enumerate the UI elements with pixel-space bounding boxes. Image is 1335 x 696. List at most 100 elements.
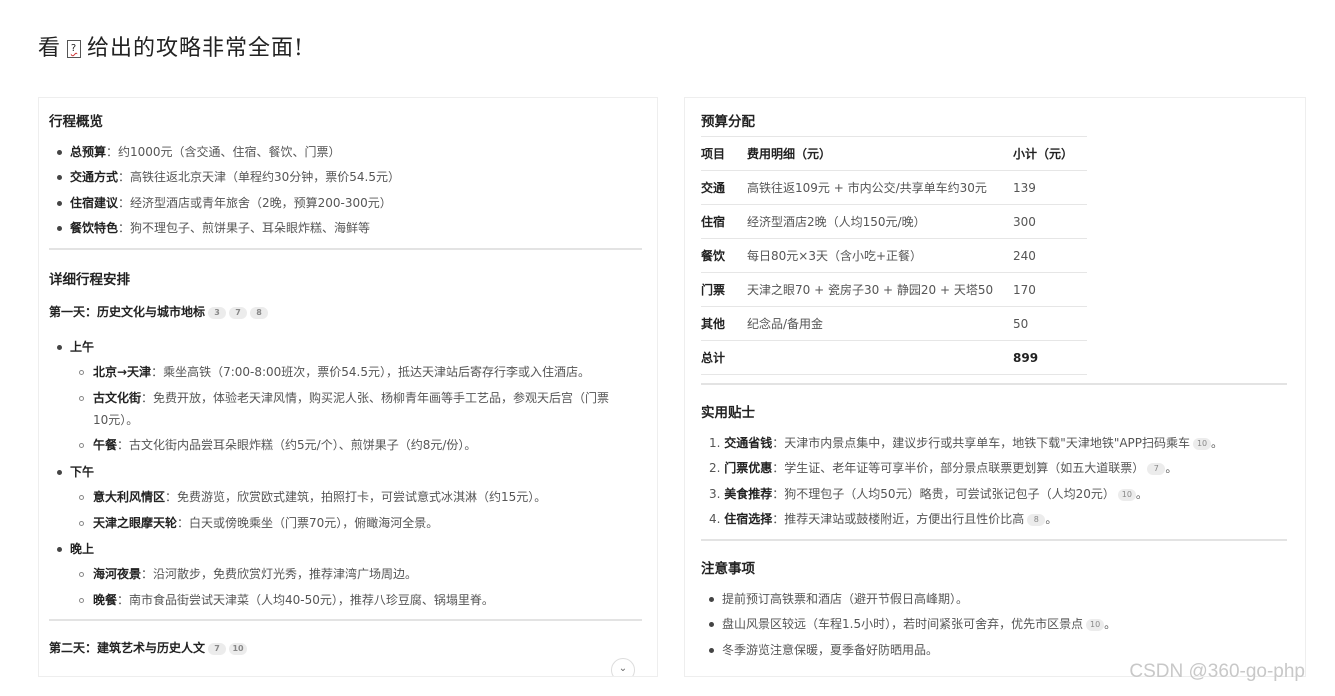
sub-list-item: 晚餐：南市食品街尝试天津菜（人均40-50元），推荐八珍豆腐、锅塌里脊。 bbox=[79, 591, 494, 608]
morning-heading: 上午 bbox=[57, 338, 94, 355]
item-text: ：乘坐高铁（7:00-8:00班次，票价54.5元），抵达天津站后寄存行李或入住… bbox=[151, 365, 591, 379]
bullet-icon bbox=[57, 547, 62, 552]
day1-title-text: 第一天：历史文化与城市地标 bbox=[49, 305, 206, 319]
tip-text: ：推荐天津站或鼓楼附近，方便出行且性价比高 bbox=[772, 512, 1025, 526]
table-row: 交通 高铁往返109元 + 市内公交/共享单车约30元 139 bbox=[701, 170, 1087, 205]
table-cell: 899 bbox=[1013, 340, 1087, 375]
item-text: ：南市食品街尝试天津菜（人均40-50元），推荐八珍豆腐、锅塌里脊。 bbox=[117, 593, 494, 607]
circle-bullet-icon bbox=[79, 443, 84, 448]
bullet-icon bbox=[709, 597, 714, 602]
evening-heading: 晚上 bbox=[57, 540, 94, 557]
table-cell: 纪念品/备用金 bbox=[747, 306, 1013, 341]
tip-end: 。 bbox=[1045, 512, 1058, 526]
table-cell: 170 bbox=[1013, 272, 1087, 307]
sub-list-item: 午餐：古文化街内品尝耳朵眼炸糕（约5元/个）、煎饼果子（约8元/份）。 bbox=[79, 436, 476, 453]
list-item: 冬季游览注意保暖，夏季备好防晒用品。 bbox=[709, 641, 938, 658]
table-row: 其他 纪念品/备用金 50 bbox=[701, 306, 1087, 341]
divider bbox=[49, 619, 642, 621]
tip-item: 3. 美食推荐：狗不理包子（人均50元）略贵，可尝试张记包子（人均20元） 10。 bbox=[709, 485, 1148, 502]
divider bbox=[701, 539, 1287, 541]
period-label: 晚上 bbox=[70, 542, 95, 556]
note-text: 提前预订高铁票和酒店（避开节假日高峰期）。 bbox=[722, 592, 969, 606]
item-label: 北京→天津 bbox=[93, 365, 152, 379]
tip-number: 2. bbox=[709, 461, 721, 475]
list-item: 总预算：约1000元（含交通、住宿、餐饮、门票） bbox=[57, 143, 341, 160]
circle-bullet-icon bbox=[79, 521, 84, 526]
detail-title: 详细行程安排 bbox=[49, 272, 130, 288]
budget-title: 预算分配 bbox=[701, 114, 755, 130]
bullet-icon bbox=[57, 226, 62, 231]
budget-table: 项目 费用明细（元） 小计（元） 交通 高铁往返109元 + 市内公交/共享单车约… bbox=[701, 136, 1087, 375]
table-cell bbox=[747, 340, 1013, 375]
day1-title: 第一天：历史文化与城市地标 3 7 8 bbox=[49, 303, 269, 320]
item-text: ：免费游览，欣赏欧式建筑，拍照打卡，可尝试意式冰淇淋（约15元）。 bbox=[165, 490, 547, 504]
note-end: 。 bbox=[1104, 617, 1117, 631]
item-label: 餐饮特色 bbox=[70, 221, 119, 235]
table-cell: 50 bbox=[1013, 306, 1087, 341]
tip-label: 交通省钱 bbox=[724, 436, 773, 450]
table-row: 住宿 经济型酒店2晚（人均150元/晚） 300 bbox=[701, 204, 1087, 239]
list-item: 交通方式：高铁往返北京天津（单程约30分钟，票价54.5元） bbox=[57, 168, 400, 185]
sub-list-item: 天津之眼摩天轮：白天或傍晚乘坐（门票70元），俯瞰海河全景。 bbox=[79, 514, 438, 531]
tip-item: 2. 门票优惠：学生证、老年证等可享半价，部分景点联票更划算（如五大道联票） 7。 bbox=[709, 459, 1177, 476]
table-cell: 300 bbox=[1013, 204, 1087, 239]
column-header: 项目 bbox=[701, 136, 747, 171]
day2-title-text: 第二天：建筑艺术与历史人文 bbox=[49, 641, 206, 655]
citation-badge[interactable]: 10 bbox=[1117, 488, 1136, 501]
intro-prefix: 看 bbox=[38, 36, 62, 61]
circle-bullet-icon bbox=[79, 396, 84, 401]
note-text: 盘山风景区较远（车程1.5小时），若时间紧张可舍弃，优先市区景点 bbox=[722, 617, 1084, 631]
chevron-down-icon[interactable]: ⌄ bbox=[611, 658, 635, 676]
bullet-icon bbox=[57, 345, 62, 350]
column-header: 费用明细（元） bbox=[747, 136, 1013, 171]
circle-bullet-icon bbox=[79, 370, 84, 375]
tip-number: 3. bbox=[709, 487, 721, 501]
note-text: 冬季游览注意保暖，夏季备好防晒用品。 bbox=[722, 643, 939, 657]
table-cell: 240 bbox=[1013, 238, 1087, 273]
citation-badge[interactable]: 3 bbox=[208, 306, 227, 319]
table-total-row: 总计 899 bbox=[701, 340, 1087, 375]
table-cell: 餐饮 bbox=[701, 238, 747, 273]
table-cell: 门票 bbox=[701, 272, 747, 307]
item-label: 古文化街 bbox=[93, 391, 142, 405]
citation-badge[interactable]: 10 bbox=[229, 642, 248, 655]
item-text-continued: 10元）。 bbox=[93, 413, 139, 427]
notes-title: 注意事项 bbox=[701, 561, 755, 577]
circle-bullet-icon bbox=[79, 598, 84, 603]
intro-text: 看? 给出的攻略非常全面! bbox=[38, 30, 304, 62]
sub-list-item: 古文化街：免费开放，体验老天津风情，购买泥人张、杨柳青年画等手工艺品，参观天后宫… bbox=[79, 389, 609, 406]
list-item: 餐饮特色：狗不理包子、煎饼果子、耳朵眼炸糕、海鲜等 bbox=[57, 219, 370, 236]
item-text: ：古文化街内品尝耳朵眼炸糕（约5元/个）、煎饼果子（约8元/份）。 bbox=[117, 438, 477, 452]
citation-badge[interactable]: 8 bbox=[250, 306, 269, 319]
item-label: 意大利风情区 bbox=[93, 490, 166, 504]
tip-end: 。 bbox=[1135, 487, 1148, 501]
tip-item: 4. 住宿选择：推荐天津站或鼓楼附近，方便出行且性价比高 8。 bbox=[709, 510, 1057, 527]
citation-badge[interactable]: 7 bbox=[1147, 462, 1166, 475]
bullet-icon bbox=[57, 175, 62, 180]
tip-number: 4. bbox=[709, 512, 721, 526]
item-label: 交通方式 bbox=[70, 170, 119, 184]
citation-badge[interactable]: 7 bbox=[208, 642, 227, 655]
item-text: ：约1000元（含交通、住宿、餐饮、门票） bbox=[106, 145, 341, 159]
tip-text: ：学生证、老年证等可享半价，部分景点联票更划算（如五大道联票） bbox=[772, 461, 1145, 475]
item-text: ：免费开放，体验老天津风情，购买泥人张、杨柳青年画等手工艺品，参观天后宫（门票 bbox=[141, 391, 610, 405]
bullet-icon bbox=[709, 622, 714, 627]
item-label: 晚餐 bbox=[93, 593, 118, 607]
sub-list-item: 北京→天津：乘坐高铁（7:00-8:00班次，票价54.5元），抵达天津站后寄存… bbox=[79, 363, 590, 380]
overview-title: 行程概览 bbox=[49, 114, 103, 130]
citation-badge[interactable]: 10 bbox=[1193, 437, 1212, 450]
table-cell: 经济型酒店2晚（人均150元/晚） bbox=[747, 204, 1013, 239]
table-header-row: 项目 费用明细（元） 小计（元） bbox=[701, 136, 1087, 171]
watermark: CSDN @360-go-php bbox=[1129, 661, 1305, 682]
table-cell: 天津之眼70 + 瓷房子30 + 静园20 + 天塔50 bbox=[747, 272, 1013, 307]
citation-badge[interactable]: 10 bbox=[1086, 618, 1105, 631]
tip-end: 。 bbox=[1211, 436, 1224, 450]
divider bbox=[49, 248, 642, 250]
list-item: 盘山风景区较远（车程1.5小时），若时间紧张可舍弃，优先市区景点 10。 bbox=[709, 615, 1116, 632]
table-cell: 高铁往返109元 + 市内公交/共享单车约30元 bbox=[747, 170, 1013, 205]
citation-badge[interactable]: 8 bbox=[1027, 513, 1046, 526]
intro-suffix: 给出的攻略非常全面! bbox=[87, 36, 304, 61]
table-cell: 总计 bbox=[701, 340, 747, 375]
citation-badge[interactable]: 7 bbox=[229, 306, 248, 319]
item-label: 天津之眼摩天轮 bbox=[93, 516, 178, 530]
